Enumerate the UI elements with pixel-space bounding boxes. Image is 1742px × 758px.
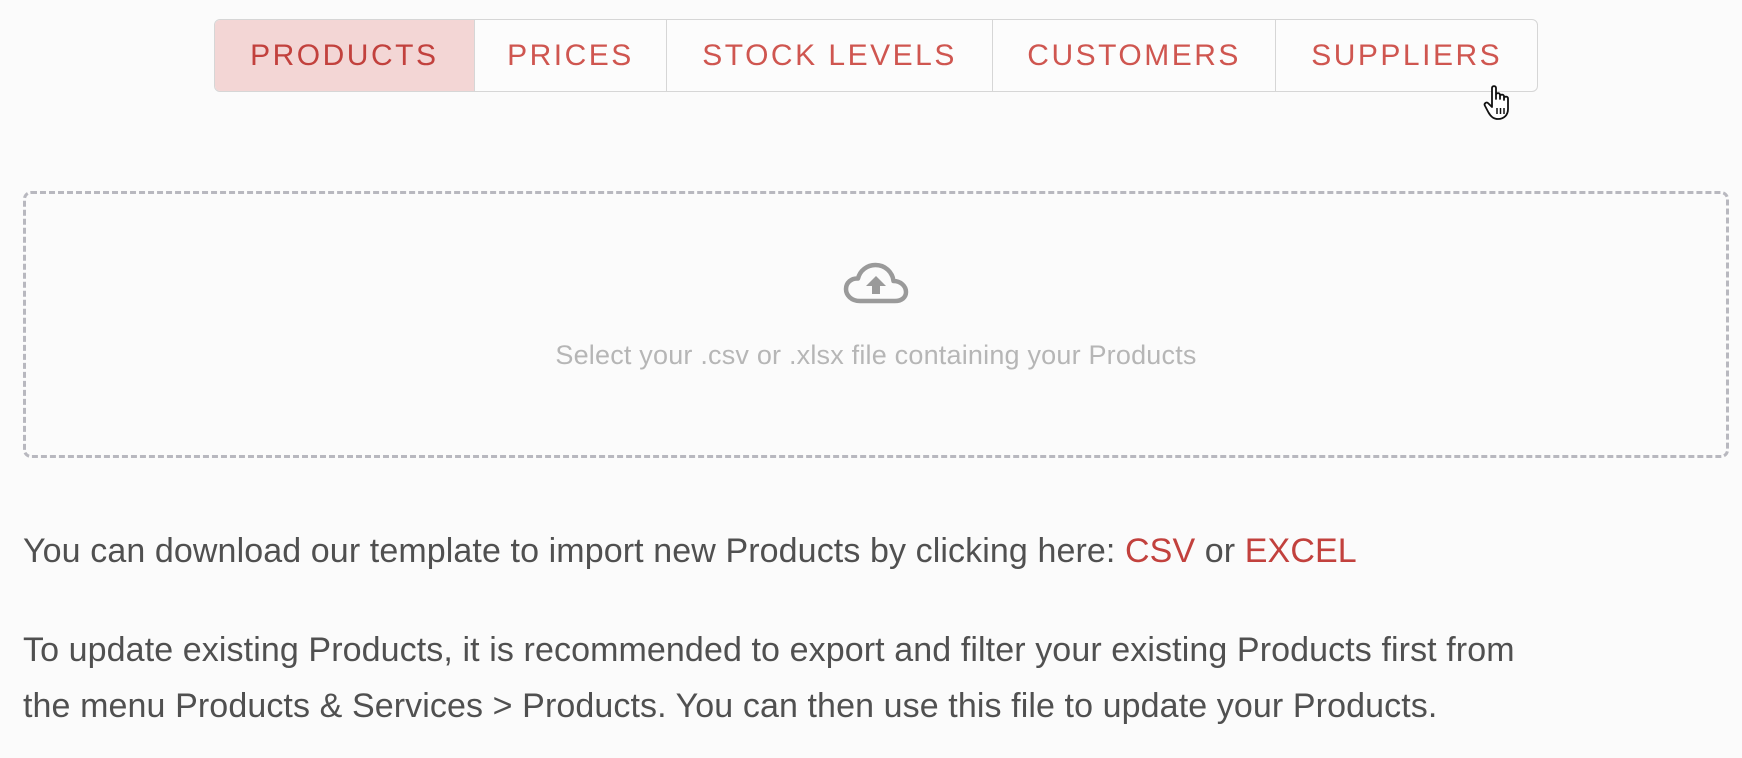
hand-cursor-icon [1483, 85, 1509, 120]
update-instructions-line-1: To update existing Products, it is recom… [23, 631, 1515, 669]
file-dropzone[interactable] [23, 191, 1729, 458]
excel-template-link[interactable]: EXCEL [1245, 532, 1357, 570]
tab-suppliers[interactable]: SUPPLIERS [1276, 20, 1537, 91]
tab-stock-levels[interactable]: STOCK LEVELS [667, 20, 993, 91]
tab-customers[interactable]: CUSTOMERS [993, 20, 1277, 91]
update-instructions-line-2: the menu Products & Services > Products.… [23, 687, 1438, 725]
template-download-prefix: You can download our template to import … [23, 532, 1126, 570]
template-download-separator: or [1195, 532, 1245, 570]
tab-products[interactable]: PRODUCTS [215, 20, 475, 91]
cloud-upload-icon [843, 262, 909, 304]
import-type-tabs: PRODUCTS PRICES STOCK LEVELS CUSTOMERS S… [214, 19, 1538, 92]
csv-template-link[interactable]: CSV [1125, 532, 1195, 570]
update-instructions: To update existing Products, it is recom… [23, 622, 1515, 734]
tab-prices[interactable]: PRICES [475, 20, 668, 91]
template-download-text: You can download our template to import … [23, 523, 1357, 579]
